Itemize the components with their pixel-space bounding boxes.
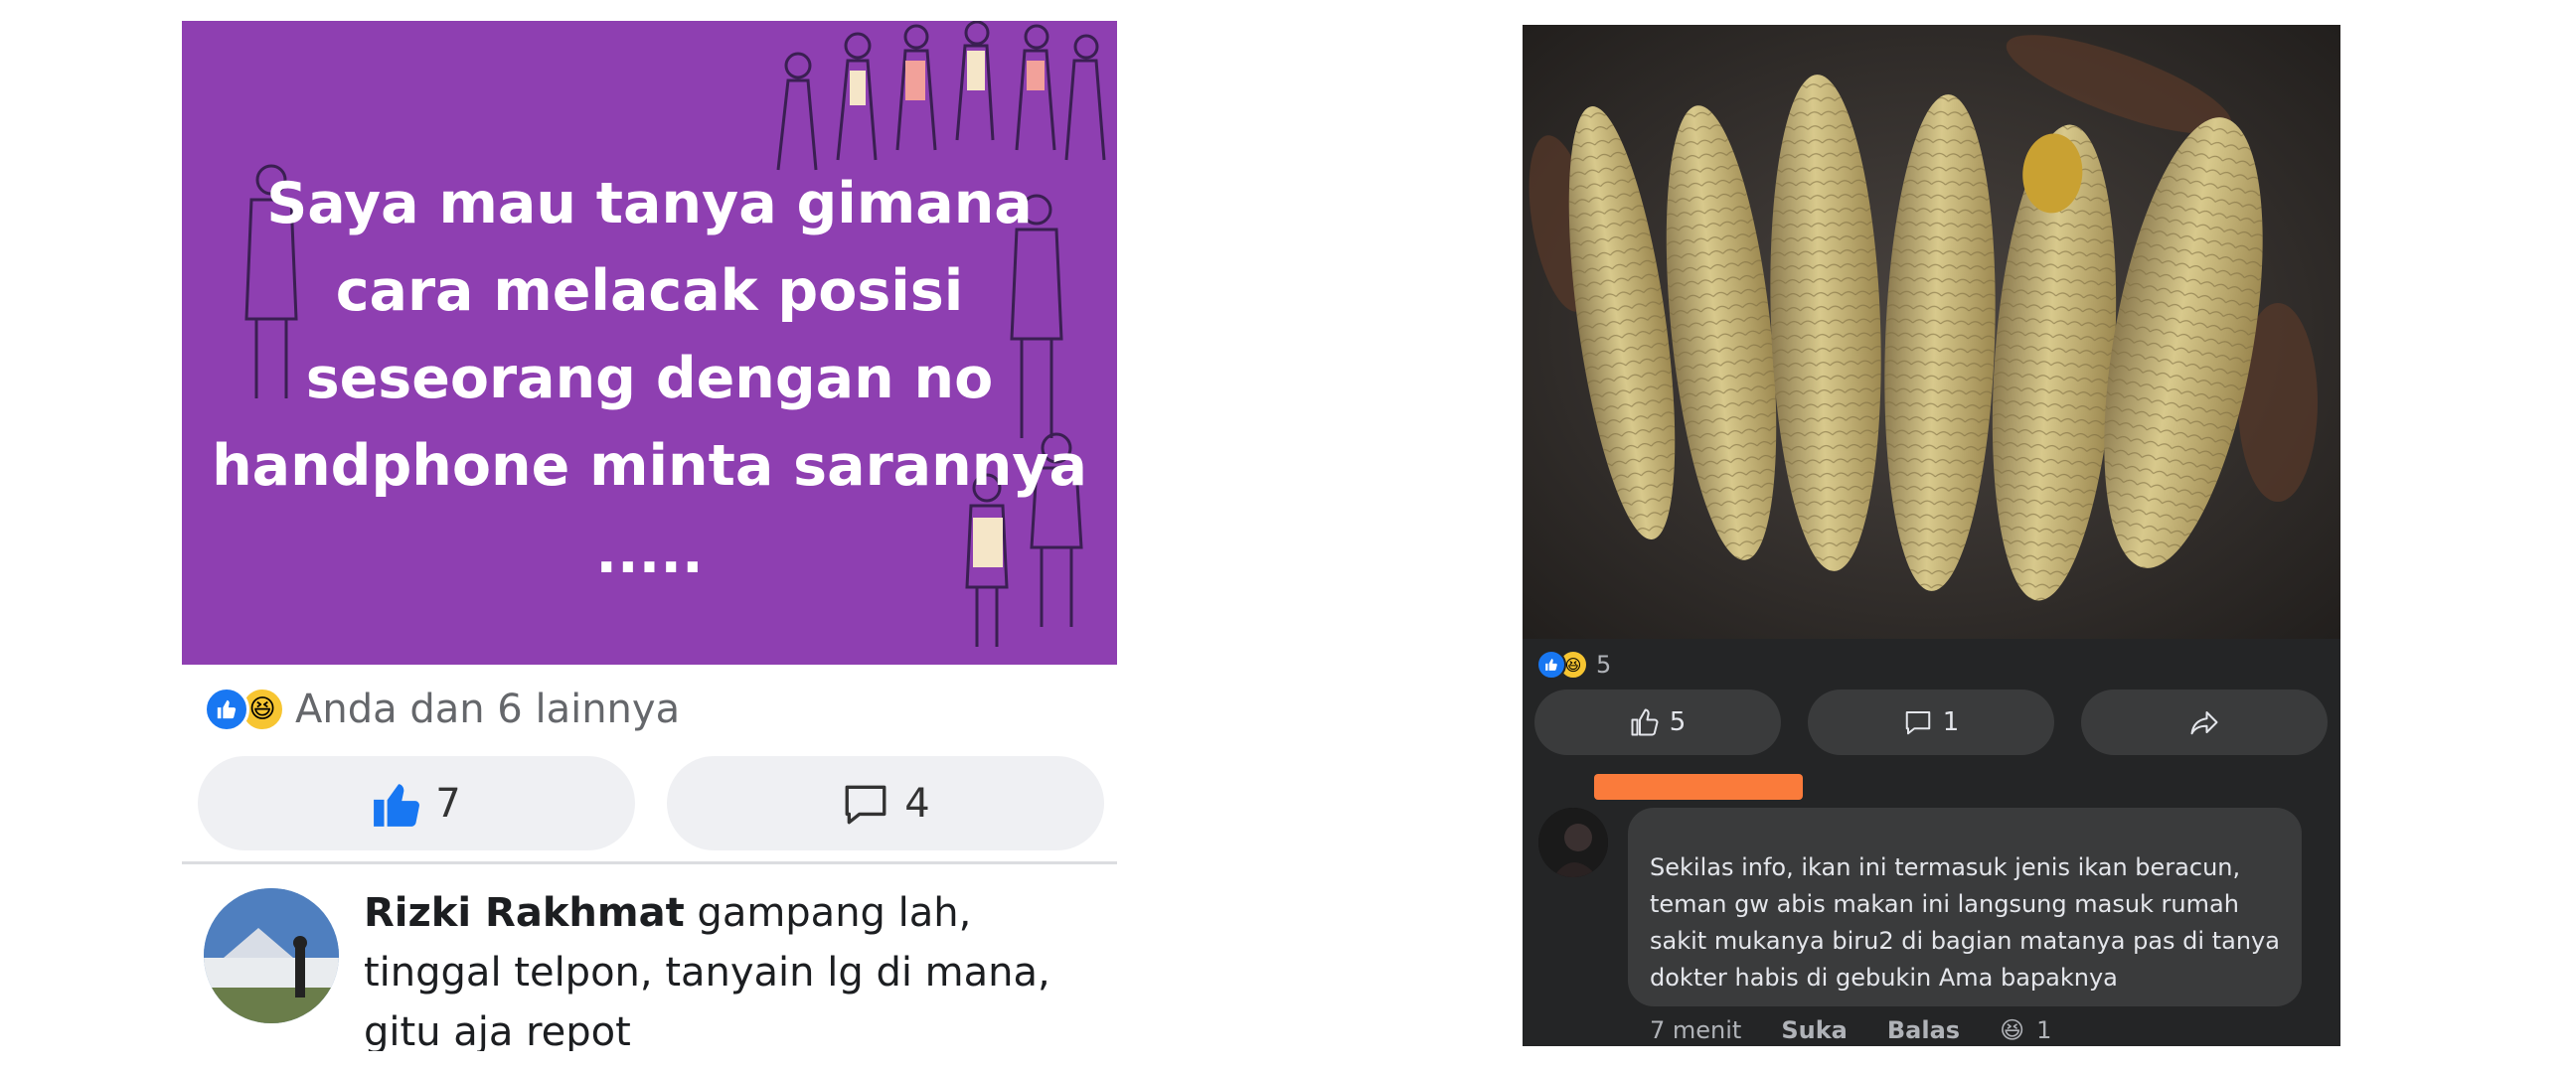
reaction-text: Anda dan 6 lainnya: [295, 687, 681, 732]
comment-meta: 7 menit Suka Balas 😆 1: [1650, 1016, 2051, 1044]
fish-photo[interactable]: [1523, 25, 2340, 639]
reaction-count: 5: [1596, 651, 1612, 679]
thumbs-up-icon: [374, 783, 420, 827]
thumbs-up-icon: [1631, 708, 1659, 736]
comment-time: 7 menit: [1650, 1016, 1742, 1044]
crowd-illustration: [776, 21, 1106, 171]
left-post-card: Saya mau tanya gimana cara melacak posis…: [182, 21, 1117, 1051]
comment-icon: [1905, 711, 1930, 735]
divider: [182, 861, 1117, 864]
comment-text: Sekilas info, ikan ini termasuk jenis ik…: [1650, 853, 2280, 992]
share-icon: [2190, 711, 2218, 735]
post-background-banner: Saya mau tanya gimana cara melacak posis…: [182, 21, 1117, 665]
redacted-author-name: [1594, 774, 1803, 800]
comment: Rizki Rakhmat gampang lah, tinggal telpo…: [364, 883, 1099, 1051]
share-button[interactable]: [2081, 690, 2328, 755]
comment-bubble: Sekilas info, ikan ini termasuk jenis ik…: [1628, 808, 2302, 1006]
avatar[interactable]: [204, 888, 339, 1023]
comment-count: 4: [904, 780, 930, 827]
reaction-summary[interactable]: 😆 Anda dan 6 lainnya: [204, 685, 680, 734]
comment-reactions[interactable]: 😆 1: [2000, 1016, 2051, 1044]
like-count: 5: [1669, 707, 1687, 737]
comment-author[interactable]: Rizki Rakhmat: [364, 890, 685, 936]
comment-button[interactable]: 4: [667, 756, 1104, 850]
like-count: 7: [435, 780, 461, 827]
comment-like-link[interactable]: Suka: [1781, 1016, 1848, 1044]
like-button[interactable]: 7: [198, 756, 635, 850]
post-text: Saya mau tanya gimana cara melacak posis…: [212, 171, 1087, 586]
like-icon: [1536, 650, 1566, 680]
comment-button[interactable]: 1: [1808, 690, 2054, 755]
comment-reply-link[interactable]: Balas: [1887, 1016, 1960, 1044]
like-icon: [204, 687, 249, 732]
haha-icon: 😆: [2000, 1016, 2025, 1044]
comment-section: Sekilas info, ikan ini termasuk jenis ik…: [1523, 768, 2340, 1046]
like-button[interactable]: 5: [1534, 690, 1781, 755]
comment-icon: [845, 785, 886, 824]
right-post-card: 😆 5 5 1 Sekilas info, ikan ini termasuk …: [1523, 25, 2340, 1046]
avatar[interactable]: [1538, 808, 1608, 877]
reaction-summary[interactable]: 😆 5: [1536, 648, 1611, 682]
comment-reaction-count: 1: [2036, 1016, 2052, 1044]
comment-count: 1: [1942, 707, 1960, 737]
